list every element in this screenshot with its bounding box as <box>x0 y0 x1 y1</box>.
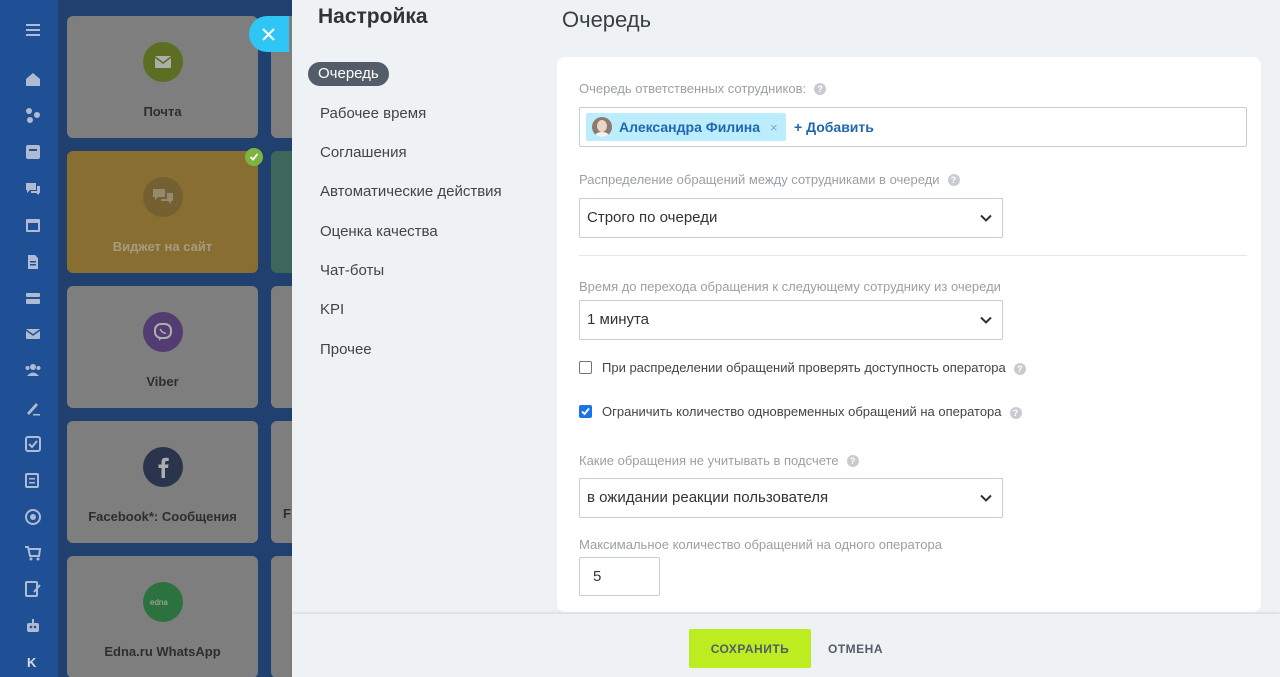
help-icon[interactable]: ? <box>1013 363 1026 375</box>
tile-label: Facebook*: Сообщения <box>88 509 237 524</box>
feed-icon[interactable] <box>24 143 42 161</box>
reports-icon[interactable] <box>24 471 42 489</box>
time-to-next-select[interactable]: 1 минута <box>579 300 1003 340</box>
tile-partial[interactable] <box>271 151 292 273</box>
help-icon[interactable]: ? <box>814 82 827 95</box>
queue-employees-field[interactable]: Александра Филина × + Добавить <box>579 107 1247 147</box>
tile-site-widget[interactable]: Виджет на сайт <box>67 151 258 273</box>
queue-employees-label: Очередь ответственных сотрудников: ? <box>579 81 827 96</box>
mail-icon <box>142 42 183 82</box>
exclude-label: Какие обращения не учитывать в подсчете … <box>579 453 859 468</box>
chevron-down-icon <box>980 316 992 324</box>
tile-viber[interactable]: Viber <box>67 286 258 408</box>
chevron-down-icon <box>980 494 992 502</box>
help-icon[interactable]: ? <box>1009 407 1022 419</box>
viber-icon <box>142 312 183 352</box>
crm-icon[interactable] <box>24 106 42 124</box>
user-chip[interactable]: Александра Филина × <box>586 113 786 141</box>
home-icon[interactable] <box>24 70 42 88</box>
menu-item-queue[interactable]: Очередь <box>308 62 389 86</box>
svg-text:edna: edna <box>150 598 168 607</box>
add-employee-link[interactable]: + Добавить <box>794 119 874 135</box>
mail-icon[interactable] <box>24 325 42 343</box>
edna-icon: edna <box>142 582 183 622</box>
select-value: Строго по очереди <box>587 209 718 226</box>
remove-user-icon[interactable]: × <box>770 120 778 135</box>
tile-partial-label: F <box>283 506 291 521</box>
menu-item-quality-rating[interactable]: Оценка качества <box>320 223 438 240</box>
check-availability-row[interactable]: При распределении обращений проверять до… <box>579 359 1026 375</box>
close-icon <box>262 27 275 41</box>
tile-label: Почта <box>143 104 182 119</box>
tile-facebook[interactable]: Facebook*: Сообщения <box>67 421 258 543</box>
time-to-next-label: Время до перехода обращения к следующему… <box>579 279 1001 294</box>
tile-mail[interactable]: Почта <box>67 16 258 138</box>
distribution-select[interactable]: Строго по очереди <box>579 198 1003 238</box>
save-button[interactable]: СОХРАНИТЬ <box>689 629 811 668</box>
tile-label: Виджет на сайт <box>112 239 213 254</box>
chat-bubbles-icon <box>142 177 183 217</box>
check-availability-checkbox[interactable] <box>579 360 592 374</box>
select-value: 1 минута <box>587 311 650 328</box>
menu-item-other[interactable]: Прочее <box>320 341 372 358</box>
goals-icon[interactable] <box>24 508 42 526</box>
checkbox-label[interactable]: При распределении обращений проверять до… <box>602 360 1006 375</box>
connectors-grid: Почта Виджет на сайт Viber Facebook*: Со… <box>58 0 292 677</box>
check-icon <box>581 407 590 415</box>
forms-icon[interactable] <box>24 580 42 598</box>
menu-icon[interactable] <box>24 21 42 39</box>
document-icon[interactable] <box>24 253 42 271</box>
cancel-button[interactable]: ОТМЕНА <box>828 642 883 656</box>
panel-title: Настройка <box>318 5 428 28</box>
left-navigation-rail: K <box>0 0 66 677</box>
footer-bar: СОХРАНИТЬ ОТМЕНА <box>292 614 1280 677</box>
tile-edna-whatsapp[interactable]: edna Edna.ru WhatsApp <box>67 556 258 677</box>
section-title: Очередь <box>562 7 652 32</box>
contacts-icon[interactable] <box>24 361 42 379</box>
rail-letter[interactable]: K <box>27 655 36 670</box>
chevron-down-icon <box>980 214 992 222</box>
sign-icon[interactable] <box>24 399 42 417</box>
divider <box>579 255 1247 256</box>
user-name[interactable]: Александра Филина <box>619 119 760 135</box>
limit-requests-row[interactable]: Ограничить количество одновременных обра… <box>579 403 1022 419</box>
help-icon[interactable]: ? <box>947 173 960 186</box>
label-text: Максимальное количество обращений на одн… <box>579 537 942 552</box>
tile-label: Viber <box>146 374 179 389</box>
tile-partial[interactable] <box>271 286 292 408</box>
distribution-label: Распределение обращений между сотрудника… <box>579 172 960 187</box>
calendar-icon[interactable] <box>24 216 42 234</box>
max-requests-input[interactable]: 5 <box>579 557 660 596</box>
label-text: Время до перехода обращения к следующему… <box>579 279 1001 294</box>
label-text: Распределение обращений между сотрудника… <box>579 172 940 187</box>
menu-item-agreements[interactable]: Соглашения <box>320 144 407 161</box>
tasks-icon[interactable] <box>24 435 42 453</box>
connected-check-icon <box>245 148 263 166</box>
drive-icon[interactable] <box>24 289 42 307</box>
close-panel-button[interactable] <box>249 16 289 52</box>
label-text: Очередь ответственных сотрудников: <box>579 81 807 96</box>
menu-item-automatic-actions[interactable]: Автоматические действия <box>320 183 502 200</box>
settings-panel: Настройка Очередь Очередь Рабочее время … <box>292 0 1280 677</box>
chat-icon[interactable] <box>24 180 42 198</box>
shop-icon[interactable] <box>24 544 42 562</box>
exclude-select[interactable]: в ожидании реакции пользователя <box>579 478 1003 518</box>
select-value: в ожидании реакции пользователя <box>587 489 829 506</box>
limit-requests-checkbox[interactable] <box>579 404 592 418</box>
help-icon[interactable]: ? <box>846 454 859 467</box>
tile-label: Edna.ru WhatsApp <box>104 644 221 659</box>
label-text: Какие обращения не учитывать в подсчете <box>579 453 839 468</box>
avatar <box>592 117 612 137</box>
tile-partial[interactable]: F <box>271 421 292 543</box>
checkbox-label[interactable]: Ограничить количество одновременных обра… <box>602 404 1002 419</box>
queue-settings-card: Очередь ответственных сотрудников: ? Але… <box>557 57 1261 612</box>
facebook-icon <box>142 447 183 487</box>
menu-item-working-hours[interactable]: Рабочее время <box>320 105 426 122</box>
robot-icon[interactable] <box>24 617 42 635</box>
menu-item-chatbots[interactable]: Чат-боты <box>320 262 384 279</box>
tile-partial[interactable] <box>271 556 292 677</box>
max-requests-label: Максимальное количество обращений на одн… <box>579 537 942 552</box>
menu-item-kpi[interactable]: KPI <box>320 301 344 318</box>
